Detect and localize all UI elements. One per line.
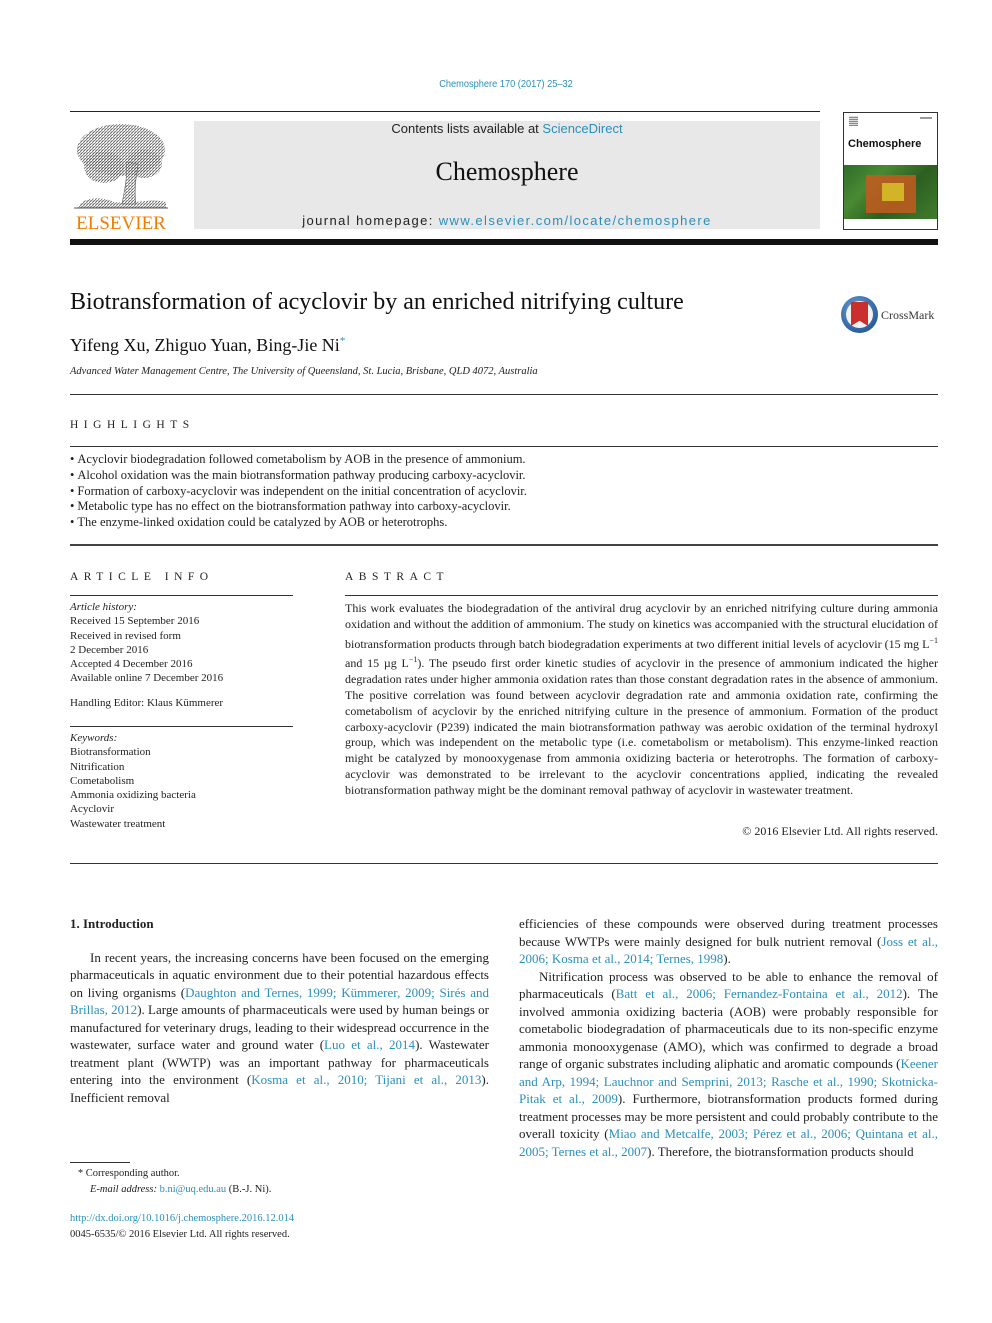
abstract-text: This work evaluates the biodegradation o… bbox=[345, 601, 938, 797]
handling-editor: Handling Editor: Klaus Kümmerer bbox=[70, 696, 224, 709]
masthead-thick-rule bbox=[70, 239, 938, 245]
elsevier-wordmark: ELSEVIER bbox=[76, 213, 166, 234]
cover-yellow-block bbox=[882, 183, 904, 201]
divider bbox=[70, 446, 938, 447]
issn-copyright: 0045-6535/© 2016 Elsevier Ltd. All right… bbox=[70, 1228, 290, 1240]
keywords: Keywords: Biotransformation Nitrificatio… bbox=[70, 731, 300, 831]
highlight-item: Metabolic type has no effect on the biot… bbox=[70, 499, 870, 515]
crossmark-icon bbox=[841, 296, 878, 333]
history-item: Received in revised form bbox=[70, 629, 181, 642]
journal-name: Chemosphere bbox=[435, 157, 579, 186]
journal-cover-thumbnail[interactable]: Chemosphere bbox=[843, 112, 938, 230]
footnote-rule bbox=[70, 1162, 130, 1163]
keywords-label: Keywords: bbox=[70, 732, 118, 744]
history-item: 2 December 2016 bbox=[70, 643, 149, 656]
divider bbox=[70, 595, 293, 596]
citation-link[interactable]: Kosma et al., 2010; Tijani et al., 2013 bbox=[251, 1072, 481, 1087]
history-label: Article history: bbox=[70, 601, 137, 613]
author-list: Yifeng Xu, Zhiguo Yuan, Bing-Jie Ni* bbox=[70, 335, 345, 356]
article-info-heading: ARTICLE INFO bbox=[70, 571, 214, 583]
email-note: E-mail address: b.ni@uq.edu.au (B.-J. Ni… bbox=[90, 1183, 272, 1195]
keyword: Biotransformation bbox=[70, 746, 151, 759]
highlight-item: Acyclovir biodegradation followed cometa… bbox=[70, 452, 870, 468]
cover-issn-mark bbox=[920, 117, 932, 119]
corresponding-author-note: * Corresponding author. bbox=[77, 1168, 180, 1179]
homepage-line: journal homepage: www.elsevier.com/locat… bbox=[194, 213, 820, 228]
highlight-item: Alcohol oxidation was the main biotransf… bbox=[70, 468, 870, 484]
highlight-item: Formation of carboxy-acyclovir was indep… bbox=[70, 484, 870, 500]
citation-link[interactable]: Luo et al., 2014 bbox=[324, 1037, 415, 1052]
sciencedirect-link[interactable]: ScienceDirect bbox=[542, 121, 622, 136]
divider bbox=[70, 394, 938, 395]
abstract-copyright: © 2016 Elsevier Ltd. All rights reserved… bbox=[742, 824, 938, 838]
body-paragraph: In recent years, the increasing concerns… bbox=[70, 949, 490, 1105]
header-rule bbox=[70, 111, 820, 112]
journal-masthead: Contents lists available at ScienceDirec… bbox=[194, 121, 820, 229]
citation-link[interactable]: Batt et al., 2006; Fernandez-Fontaina et… bbox=[616, 986, 903, 1001]
doi-link[interactable]: http://dx.doi.org/10.1016/j.chemosphere.… bbox=[70, 1211, 294, 1227]
journal-homepage-link[interactable]: www.elsevier.com/locate/chemosphere bbox=[439, 213, 712, 228]
body-paragraph: efficiencies of these compounds were obs… bbox=[519, 916, 938, 966]
doi-block: http://dx.doi.org/10.1016/j.chemosphere.… bbox=[70, 1211, 294, 1242]
highlight-item: The enzyme-linked oxidation could be cat… bbox=[70, 515, 870, 531]
keyword: Nitrification bbox=[70, 760, 125, 773]
homepage-prefix: journal homepage: bbox=[302, 213, 439, 228]
highlights-heading: HIGHLIGHTS bbox=[70, 419, 195, 431]
highlights-list: Acyclovir biodegradation followed cometa… bbox=[70, 452, 870, 531]
body-column-right: efficiencies of these compounds were obs… bbox=[519, 915, 938, 1160]
keyword: Acyclovir bbox=[70, 803, 114, 816]
contents-prefix: Contents lists available at bbox=[391, 121, 543, 136]
divider bbox=[70, 544, 938, 546]
cover-leaves-image bbox=[844, 165, 937, 219]
keyword: Cometabolism bbox=[70, 774, 135, 787]
cover-publisher-icon bbox=[849, 116, 858, 126]
elsevier-tree-icon bbox=[74, 124, 168, 209]
contents-line: Contents lists available at ScienceDirec… bbox=[194, 121, 820, 136]
crossmark-label: CrossMark bbox=[881, 308, 935, 322]
history-item: Received 15 September 2016 bbox=[70, 615, 200, 628]
footnote: * Corresponding author. E-mail address: … bbox=[70, 1166, 272, 1197]
authors-text: Yifeng Xu, Zhiguo Yuan, Bing-Jie Ni bbox=[70, 335, 340, 355]
keyword: Wastewater treatment bbox=[70, 817, 166, 830]
corresponding-author-mark[interactable]: * bbox=[340, 335, 346, 347]
section-heading-introduction: 1. Introduction bbox=[70, 916, 154, 931]
body-column-left: 1. Introduction In recent years, the inc… bbox=[70, 915, 489, 1106]
abstract-heading: ABSTRACT bbox=[345, 571, 450, 583]
body-paragraph: Nitrification process was observed to be… bbox=[519, 968, 939, 1159]
history-item: Available online 7 December 2016 bbox=[70, 672, 224, 685]
affiliation: Advanced Water Management Centre, The Un… bbox=[70, 366, 538, 377]
crossmark-button[interactable]: CrossMark bbox=[841, 296, 941, 334]
divider bbox=[70, 726, 293, 727]
divider bbox=[70, 863, 938, 864]
cover-title: Chemosphere bbox=[848, 138, 922, 150]
divider bbox=[345, 595, 938, 596]
keyword: Ammonia oxidizing bacteria bbox=[70, 789, 196, 802]
article-title: Biotransformation of acyclovir by an enr… bbox=[70, 289, 684, 315]
article-history: Article history: Received 15 September 2… bbox=[70, 600, 300, 710]
history-item: Accepted 4 December 2016 bbox=[70, 658, 193, 671]
elsevier-logo[interactable]: ELSEVIER bbox=[70, 120, 172, 235]
running-head[interactable]: Chemosphere 170 (2017) 25–32 bbox=[61, 78, 952, 90]
email-link[interactable]: b.ni@uq.edu.au bbox=[160, 1184, 227, 1195]
